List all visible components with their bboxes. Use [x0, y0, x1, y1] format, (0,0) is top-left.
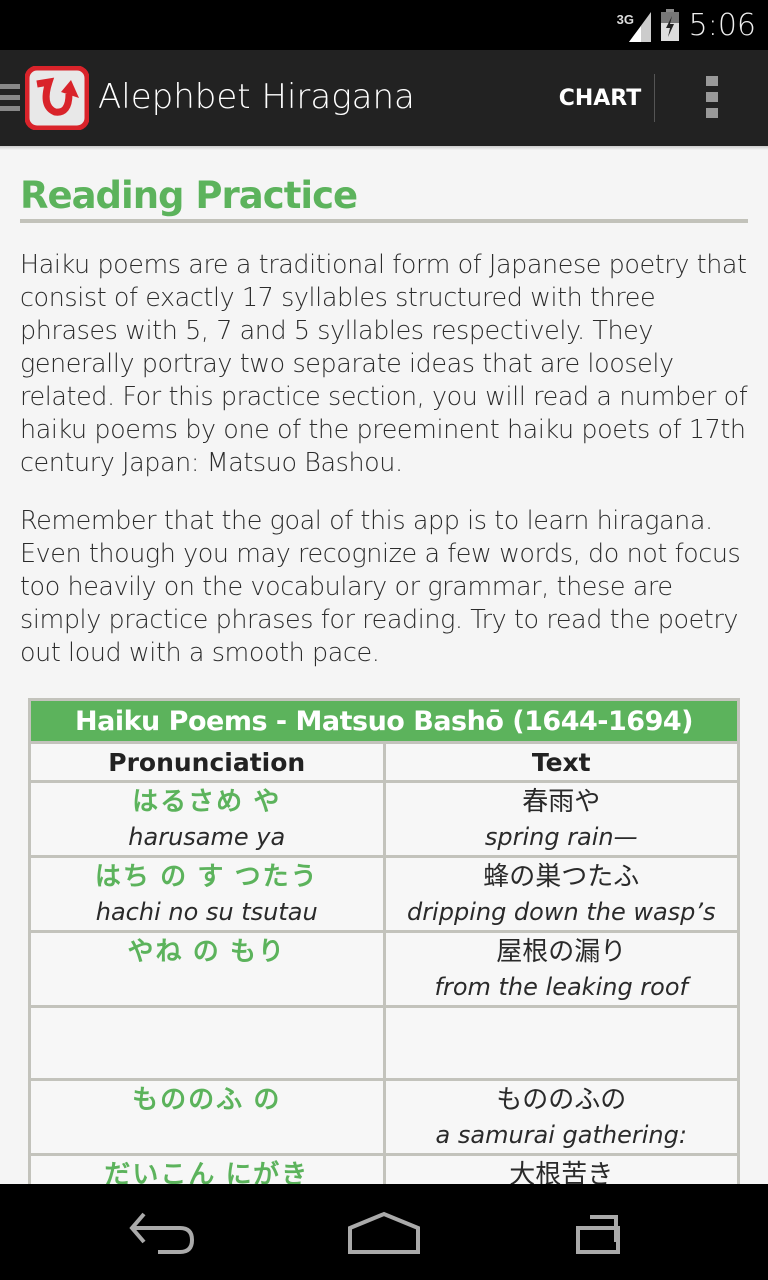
kana: はるさめ や — [132, 786, 282, 816]
kana: もののふ の — [132, 1084, 282, 1114]
home-icon — [348, 1211, 420, 1254]
translation: spring rain— — [484, 823, 638, 851]
japanese-text: 屋根の漏り — [496, 936, 627, 966]
column-header-pronunciation: Pronunciation — [28, 741, 386, 783]
chart-button[interactable]: CHART — [548, 50, 652, 146]
kana: やね の もり — [127, 936, 286, 966]
column-header-text: Text — [382, 741, 740, 783]
table-title: Haiku Poems - Matsuo Bashō (1644-1694) — [28, 698, 740, 744]
action-divider — [654, 74, 655, 122]
translation: a samurai gathering: — [435, 1121, 687, 1149]
recents-button[interactable] — [560, 1204, 660, 1264]
translation: dripping down the wasp’s — [406, 898, 716, 926]
network-type: 3G — [616, 12, 634, 27]
back-button[interactable] — [110, 1204, 210, 1264]
reminder-paragraph: Remember that the goal of this app is to… — [20, 505, 741, 667]
status-bar: 3G 5:06 — [0, 0, 768, 50]
romaji: harusame ya — [128, 823, 286, 851]
heading-divider — [20, 219, 748, 223]
table-row: はち の す つたう hachi no su tsutau 蜂の巣つたふ dripp… — [28, 855, 740, 933]
app-icon[interactable] — [24, 65, 90, 131]
clock: 5:06 — [688, 7, 756, 43]
hamburger-icon[interactable] — [0, 84, 20, 117]
kana: はち の す つたう — [94, 861, 319, 891]
table-row: やね の もり 屋根の漏り from the leaking roof — [28, 930, 740, 1008]
signal-icon: 3G — [616, 8, 651, 42]
translation: from the leaking roof — [434, 973, 689, 1001]
overflow-menu-icon[interactable] — [700, 76, 724, 122]
table-row: はるさめ や harusame ya 春雨や spring rain— — [28, 780, 740, 858]
intro-paragraph: Haiku poems are a traditional form of Ja… — [20, 249, 748, 477]
battery-icon — [660, 9, 679, 41]
app-title: Alephbet Hiragana — [98, 77, 415, 117]
table-row — [28, 1005, 740, 1081]
japanese-text: 蜂の巣つたふ — [483, 861, 640, 891]
romaji: hachi no su tsutau — [95, 898, 318, 926]
recents-icon — [576, 1215, 620, 1254]
navigation-bar — [0, 1184, 768, 1280]
haiku-table: Haiku Poems - Matsuo Bashō (1644-1694) P… — [28, 698, 740, 1229]
home-button[interactable] — [334, 1204, 434, 1264]
page-heading: Reading Practice — [20, 174, 358, 217]
japanese-text: 春雨や — [522, 786, 601, 816]
back-icon — [129, 1212, 195, 1254]
table-row: もののふ の もののふの a samurai gathering: — [28, 1078, 740, 1156]
japanese-text: もののふの — [496, 1084, 627, 1114]
